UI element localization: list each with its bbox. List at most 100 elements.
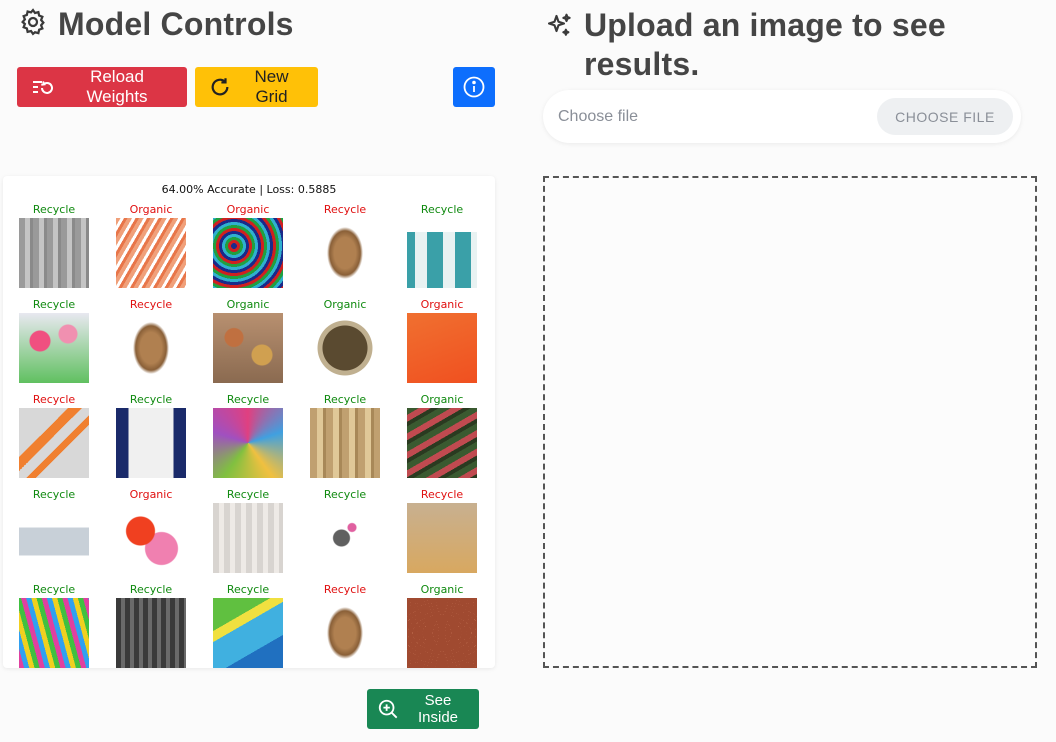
sample-image [116, 218, 186, 288]
sample-image [310, 218, 380, 288]
prediction-grid: Recycle Organic Organic Recycle Recycle Recyc… [19, 202, 489, 668]
grid-cell: Organic [407, 392, 477, 478]
grid-cell: Recycle [116, 297, 186, 383]
prediction-label: Recycle [32, 583, 76, 596]
prediction-label: Recycle [420, 203, 464, 216]
prediction-label: Recycle [32, 203, 76, 216]
prediction-label: Recycle [32, 298, 76, 311]
grid-cell: Organic [213, 202, 283, 288]
grid-cell: Organic [407, 582, 477, 668]
prediction-label: Recycle [323, 393, 367, 406]
sample-image [116, 313, 186, 383]
see-inside-button[interactable]: See Inside [367, 689, 479, 729]
grid-cell: Recycle [213, 487, 283, 573]
grid-cell: Recycle [19, 392, 89, 478]
upload-heading: Upload an image to see results. [544, 6, 1024, 84]
see-inside-label: See Inside [417, 692, 459, 726]
sample-image [407, 313, 477, 383]
image-result-dropzone[interactable] [543, 176, 1037, 668]
sample-image [116, 503, 186, 573]
sample-image [19, 598, 89, 668]
grid-cell: Recycle [310, 487, 380, 573]
info-icon [463, 76, 485, 98]
grid-cell: Recycle [213, 392, 283, 478]
prediction-label: Recycle [129, 583, 173, 596]
grid-cell: Recycle [19, 487, 89, 573]
sample-image [19, 503, 89, 573]
grid-cell: Recycle [116, 392, 186, 478]
sample-image [213, 408, 283, 478]
sample-image [19, 313, 89, 383]
prediction-label: Recycle [226, 488, 270, 501]
sample-image [407, 503, 477, 573]
sample-image [310, 503, 380, 573]
info-button[interactable] [453, 67, 495, 107]
sample-image [310, 408, 380, 478]
prediction-label: Organic [129, 488, 173, 501]
grid-cell: Organic [116, 202, 186, 288]
sample-image [19, 408, 89, 478]
grid-cell: Recycle [310, 202, 380, 288]
zoom-in-icon [378, 699, 398, 719]
reload-list-icon [33, 81, 53, 94]
prediction-label: Recycle [226, 393, 270, 406]
upload-title: Upload an image to see results. [584, 7, 946, 82]
prediction-label: Recycle [323, 583, 367, 596]
prediction-label: Recycle [32, 488, 76, 501]
prediction-label: Recycle [129, 298, 173, 311]
sample-image [407, 218, 477, 288]
grid-cell: Organic [116, 487, 186, 573]
page-title: Model Controls [58, 6, 294, 42]
refresh-icon [211, 78, 229, 96]
prediction-label: Recycle [420, 488, 464, 501]
sample-image [19, 218, 89, 288]
grid-cell: Organic [310, 297, 380, 383]
prediction-label: Organic [323, 298, 367, 311]
grid-cell: Recycle [407, 487, 477, 573]
sample-image [213, 313, 283, 383]
prediction-label: Recycle [32, 393, 76, 406]
reload-weights-button[interactable]: Reload Weights [17, 67, 187, 107]
model-controls-heading: Model Controls [18, 6, 294, 43]
new-grid-label: New Grid [254, 67, 289, 106]
gear-icon [18, 7, 48, 42]
sample-image [213, 598, 283, 668]
sample-image [116, 598, 186, 668]
prediction-label: Recycle [323, 203, 367, 216]
prediction-label: Recycle [323, 488, 367, 501]
file-input-placeholder: Choose file [558, 107, 639, 125]
grid-cell: Organic [407, 297, 477, 383]
grid-cell: Recycle [310, 392, 380, 478]
sparkles-icon [544, 6, 574, 84]
reload-weights-label: Reload Weights [86, 67, 148, 106]
grid-cell: Recycle [19, 582, 89, 668]
choose-file-button[interactable]: CHOOSE FILE [877, 98, 1013, 135]
sample-image [310, 598, 380, 668]
upload-panel: Upload an image to see results. Choose f… [528, 0, 1056, 742]
prediction-label: Recycle [129, 393, 173, 406]
grid-cell: Recycle [407, 202, 477, 288]
model-controls-panel: Model Controls Reload Weights New Grid 6… [0, 0, 510, 742]
sample-image [213, 503, 283, 573]
prediction-label: Organic [420, 583, 464, 596]
file-input[interactable]: Choose file CHOOSE FILE [543, 90, 1021, 143]
prediction-label: Organic [420, 393, 464, 406]
prediction-grid-card: 64.00% Accurate | Loss: 0.5885 Recycle Or… [3, 176, 495, 668]
prediction-label: Organic [420, 298, 464, 311]
sample-image [213, 218, 283, 288]
grid-cell: Recycle [116, 582, 186, 668]
prediction-label: Organic [226, 298, 270, 311]
grid-cell: Recycle [19, 297, 89, 383]
sample-image [407, 598, 477, 668]
prediction-label: Recycle [226, 583, 270, 596]
sample-image [116, 408, 186, 478]
prediction-label: Organic [226, 203, 270, 216]
sample-image [407, 408, 477, 478]
grid-cell: Recycle [310, 582, 380, 668]
accuracy-loss-title: 64.00% Accurate | Loss: 0.5885 [161, 183, 337, 196]
new-grid-button[interactable]: New Grid [195, 67, 318, 107]
grid-cell: Recycle [213, 582, 283, 668]
grid-cell: Organic [213, 297, 283, 383]
sample-image [310, 313, 380, 383]
prediction-label: Organic [129, 203, 173, 216]
